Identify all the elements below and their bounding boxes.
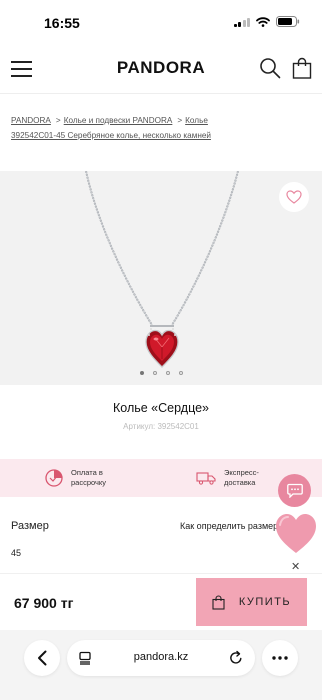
wishlist-button[interactable] xyxy=(279,182,309,212)
breadcrumb: PANDORA > Колье и подвески PANDORA > Колье 3… xyxy=(11,113,311,143)
breadcrumb-separator: > xyxy=(55,116,61,125)
chat-button[interactable] xyxy=(278,474,311,507)
product-sku: Артикул: 392542C01 xyxy=(123,422,199,431)
benefit-line: доставка xyxy=(224,478,256,487)
close-icon[interactable]: ✕ xyxy=(291,560,300,573)
buy-button[interactable]: КУПИТЬ xyxy=(196,578,307,626)
gallery-dot[interactable] xyxy=(178,371,183,375)
chevron-left-icon xyxy=(38,650,47,666)
browser-toolbar: pandora.kz xyxy=(0,630,322,700)
size-label: Размер xyxy=(11,520,49,532)
more-icon xyxy=(272,656,288,660)
status-time: 16:55 xyxy=(44,15,80,31)
site-header: PANDORA xyxy=(0,44,322,94)
reload-icon[interactable] xyxy=(229,650,243,665)
wifi-icon xyxy=(256,16,270,27)
buy-bar: 67 900 тг КУПИТЬ xyxy=(0,573,322,630)
buy-button-label: КУПИТЬ xyxy=(238,596,292,608)
benefits-band: Оплата в рассрочку Экспресс-доставка xyxy=(0,459,322,497)
size-value[interactable]: 45 xyxy=(11,548,21,558)
status-bar: 16:55 xyxy=(0,0,322,44)
benefit-installment[interactable]: Оплата в рассрочку xyxy=(45,468,106,488)
breadcrumb-current[interactable]: 392542C01-45 Серебряное колье, несколько… xyxy=(11,131,211,140)
product-price: 67 900 тг xyxy=(14,595,74,611)
more-options-button[interactable] xyxy=(262,640,298,676)
back-button[interactable] xyxy=(24,640,60,676)
shopping-bag-icon[interactable] xyxy=(292,57,312,79)
benefit-line: Экспресс- xyxy=(224,468,259,477)
gallery-dot[interactable] xyxy=(152,371,157,375)
benefit-line: Оплата в xyxy=(71,468,103,477)
gallery-pagination[interactable] xyxy=(0,371,322,375)
installment-icon xyxy=(45,469,63,487)
benefit-line: рассрочку xyxy=(71,478,107,487)
heart-outline-icon xyxy=(286,190,302,204)
address-bar[interactable]: pandora.kz xyxy=(67,640,255,676)
chat-icon xyxy=(286,483,303,498)
breadcrumb-link-home[interactable]: PANDORA xyxy=(11,116,51,125)
search-icon[interactable] xyxy=(259,57,281,79)
breadcrumb-link-category[interactable]: Колье и подвески PANDORA xyxy=(64,116,173,125)
gallery-dot[interactable] xyxy=(165,371,170,375)
product-gallery[interactable] xyxy=(0,171,322,385)
benefit-delivery[interactable]: Экспресс-доставка xyxy=(196,468,259,488)
battery-icon xyxy=(276,16,300,27)
url-text: pandora.kz xyxy=(133,651,189,663)
product-title: Колье «Сердце» xyxy=(112,401,209,415)
breadcrumb-link-necklaces[interactable]: Колье xyxy=(185,116,208,125)
product-photo xyxy=(85,171,239,368)
heart-promo-icon[interactable] xyxy=(274,512,318,556)
shopping-bag-icon xyxy=(212,594,225,610)
breadcrumb-separator: > xyxy=(177,116,183,125)
gallery-dot[interactable] xyxy=(139,371,144,375)
delivery-truck-icon xyxy=(196,472,216,485)
cellular-signal-icon xyxy=(233,17,250,27)
status-icons xyxy=(233,16,301,27)
